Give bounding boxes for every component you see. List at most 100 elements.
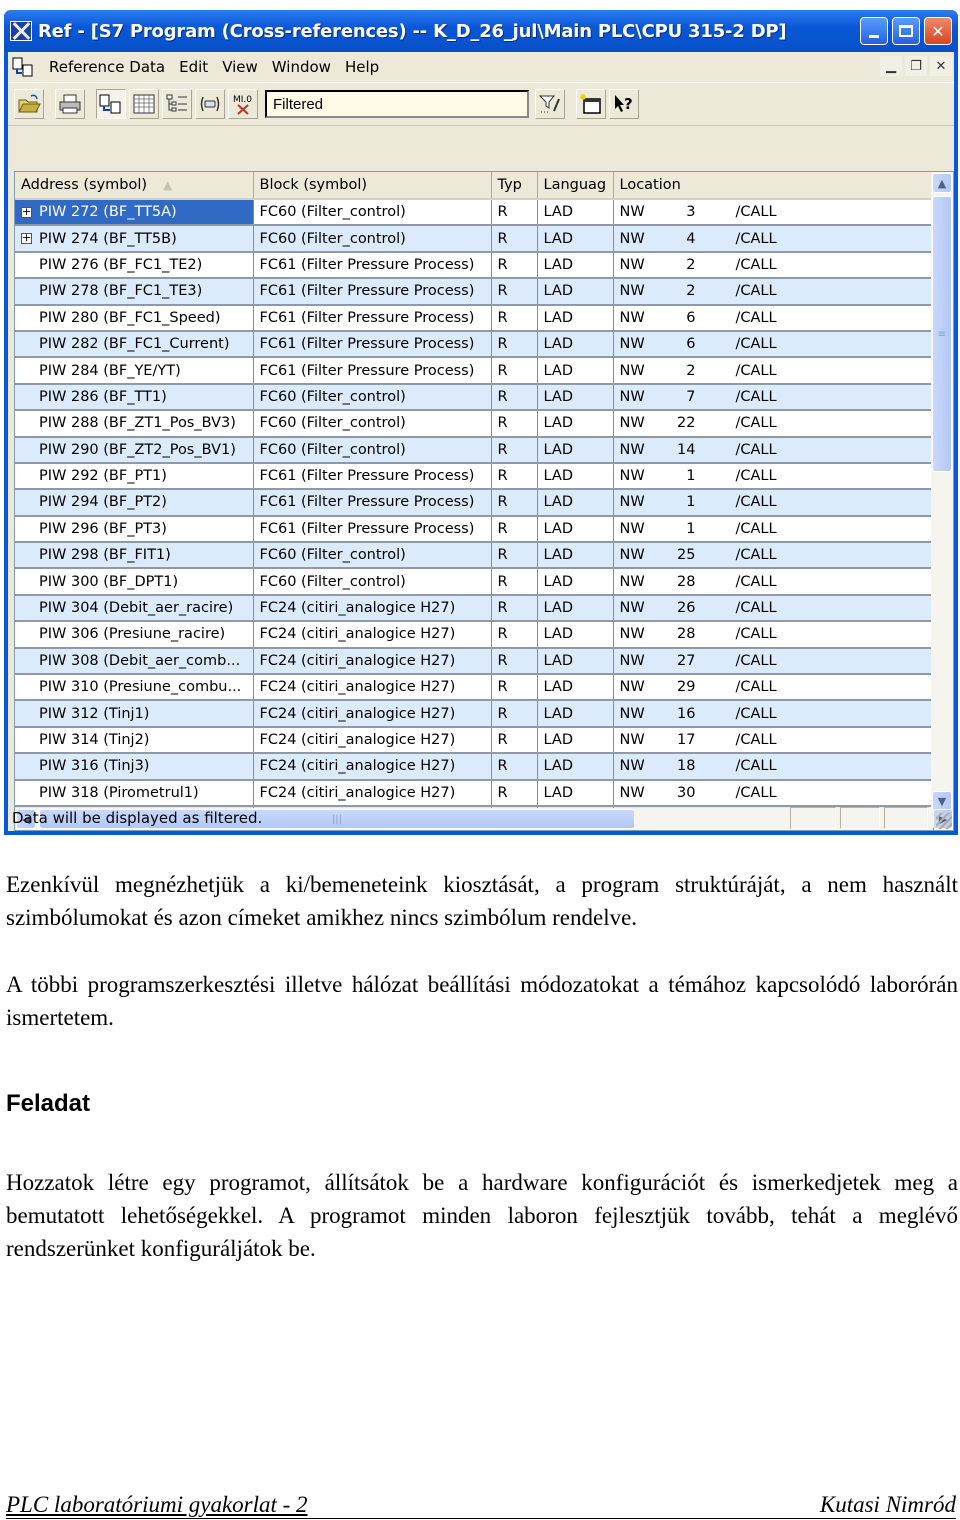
cell-language[interactable]: LAD xyxy=(537,410,614,438)
cell-typ[interactable]: R xyxy=(491,199,538,227)
table-row[interactable]: PIW 286 (BF_TT1) FC60 (Filter_control) R LA… xyxy=(15,383,934,412)
cell-typ[interactable]: R xyxy=(491,700,538,728)
menu-help[interactable]: Help xyxy=(338,58,386,76)
menu-view[interactable]: View xyxy=(215,58,265,76)
table-row[interactable]: PIW 282 (BF_FC1_Current) FC61 (Filter Pre… xyxy=(15,330,934,359)
cell-block[interactable]: FC24 (citiri_analogice H27) xyxy=(253,700,492,728)
cell-block[interactable]: FC24 (citiri_analogice H27) xyxy=(253,753,492,781)
unused-symbols-button[interactable] xyxy=(195,89,225,119)
table-row[interactable]: PIW 294 (BF_PT2) FC61 (Filter Pressure Pr… xyxy=(15,489,934,517)
table-row[interactable]: PIW 278 (BF_FC1_TE3) FC61 (Filter Pressur… xyxy=(15,278,934,306)
cell-block[interactable]: FC24 (citiri_analogice H27) xyxy=(253,647,492,676)
cell-block[interactable]: FC60 (Filter_control) xyxy=(253,199,492,227)
cell-typ[interactable]: R xyxy=(491,278,538,306)
cell-language[interactable]: LAD xyxy=(537,700,614,728)
cell-language[interactable]: LAD xyxy=(537,251,614,280)
cell-block[interactable]: FC61 (Filter Pressure Process) xyxy=(253,278,492,306)
cell-block[interactable]: FC60 (Filter_control) xyxy=(253,542,492,570)
table-row[interactable]: PIW 280 (BF_FC1_Speed) FC61 (Filter Press… xyxy=(15,304,934,332)
cell-block[interactable]: FC61 (Filter Pressure Process) xyxy=(253,304,492,332)
menu-edit[interactable]: Edit xyxy=(172,58,215,76)
cell-typ[interactable]: R xyxy=(491,304,538,332)
cell-language[interactable]: LAD xyxy=(537,542,614,570)
table-row[interactable]: + PIW 274 (BF_TT5B) FC60 (Filter_control) R… xyxy=(15,225,934,253)
cell-address[interactable]: PIW 280 (BF_FC1_Speed) xyxy=(15,304,254,332)
program-structure-button[interactable] xyxy=(162,89,192,119)
cell-typ[interactable]: R xyxy=(491,726,538,755)
cell-typ[interactable]: R xyxy=(491,753,538,781)
cell-typ[interactable]: R xyxy=(491,515,538,544)
cell-typ[interactable]: R xyxy=(491,462,538,491)
table-row[interactable]: PIW 312 (Tinj1) FC24 (citiri_analogice H2… xyxy=(15,700,934,728)
cell-location[interactable]: NW 7/CALL xyxy=(613,383,934,412)
cell-block[interactable]: FC61 (Filter Pressure Process) xyxy=(253,515,492,544)
cell-block[interactable]: FC24 (citiri_analogice H27) xyxy=(253,726,492,755)
cell-location[interactable]: NW 28/CALL xyxy=(613,621,934,649)
cell-address[interactable]: PIW 304 (Debit_aer_racire) xyxy=(15,594,254,623)
table-row[interactable]: PIW 308 (Debit_aer_comb... FC24 (citiri_a… xyxy=(15,647,934,676)
cell-typ[interactable]: R xyxy=(491,225,538,253)
cell-address[interactable]: PIW 290 (BF_ZT2_Pos_BV1) xyxy=(15,436,254,464)
cell-typ[interactable]: R xyxy=(491,383,538,412)
context-help-button[interactable]: ? xyxy=(609,89,639,119)
filter-settings-button[interactable] xyxy=(535,89,565,119)
cell-location[interactable]: NW 14/CALL xyxy=(613,436,934,464)
cell-block[interactable]: FC24 (citiri_analogice H27) xyxy=(253,779,492,807)
cell-address[interactable]: PIW 306 (Presiune_racire) xyxy=(15,621,254,649)
table-row[interactable]: PIW 300 (BF_DPT1) FC60 (Filter_control) R L… xyxy=(15,568,934,596)
cell-typ[interactable]: R xyxy=(491,330,538,359)
table-row[interactable]: PIW 316 (Tinj3) FC24 (citiri_analogice H2… xyxy=(15,753,934,781)
cell-block[interactable]: FC24 (citiri_analogice H27) xyxy=(253,594,492,623)
cell-language[interactable]: LAD xyxy=(537,462,614,491)
cell-address[interactable]: PIW 316 (Tinj3) xyxy=(15,753,254,781)
cell-typ[interactable]: R xyxy=(491,594,538,623)
cell-location[interactable]: NW 4/CALL xyxy=(613,225,934,253)
cell-typ[interactable]: R xyxy=(491,779,538,807)
cell-block[interactable]: FC61 (Filter Pressure Process) xyxy=(253,251,492,280)
cell-language[interactable]: LAD xyxy=(537,674,614,702)
table-row[interactable]: PIW 306 (Presiune_racire) FC24 (citiri_an… xyxy=(15,621,934,649)
cell-typ[interactable]: R xyxy=(491,542,538,570)
mdi-restore-button[interactable]: ❐ xyxy=(905,56,927,76)
cell-location[interactable]: NW 2/CALL xyxy=(613,251,934,280)
cell-address[interactable]: PIW 298 (BF_FIT1) xyxy=(15,542,254,570)
table-row[interactable]: PIW 304 (Debit_aer_racire) FC24 (citiri_a… xyxy=(15,594,934,623)
cell-location[interactable]: NW 2/CALL xyxy=(613,278,934,306)
cell-typ[interactable]: R xyxy=(491,436,538,464)
cell-location[interactable]: NW 1/CALL xyxy=(613,515,934,544)
print-button[interactable] xyxy=(55,89,85,119)
cell-typ[interactable]: R xyxy=(491,621,538,649)
cell-language[interactable]: LAD xyxy=(537,225,614,253)
cell-block[interactable]: FC61 (Filter Pressure Process) xyxy=(253,489,492,517)
table-row[interactable]: PIW 284 (BF_YE/YT) FC61 (Filter Pressure … xyxy=(15,357,934,385)
cell-address[interactable]: PIW 296 (BF_PT3) xyxy=(15,515,254,544)
cell-language[interactable]: LAD xyxy=(537,726,614,755)
vertical-scrollbar[interactable]: ▲ ≡ ▼ xyxy=(931,172,953,812)
table-row[interactable]: PIW 296 (BF_PT3) FC61 (Filter Pressure Pr… xyxy=(15,515,934,544)
cell-language[interactable]: LAD xyxy=(537,489,614,517)
cell-address[interactable]: PIW 294 (BF_PT2) xyxy=(15,489,254,517)
cell-address[interactable]: PIW 276 (BF_FC1_TE2) xyxy=(15,251,254,280)
cell-address[interactable]: PIW 286 (BF_TT1) xyxy=(15,383,254,412)
table-row[interactable]: PIW 276 (BF_FC1_TE2) FC61 (Filter Pressur… xyxy=(15,251,934,280)
cell-location[interactable]: NW 16/CALL xyxy=(613,700,934,728)
cell-language[interactable]: LAD xyxy=(537,647,614,676)
cell-block[interactable]: FC60 (Filter_control) xyxy=(253,436,492,464)
cell-location[interactable]: NW 30/CALL xyxy=(613,779,934,807)
menu-window[interactable]: Window xyxy=(265,58,338,76)
cell-block[interactable]: FC60 (Filter_control) xyxy=(253,568,492,596)
cell-location[interactable]: NW 22/CALL xyxy=(613,410,934,438)
column-header-location[interactable]: Location xyxy=(613,172,934,200)
cell-location[interactable]: NW 18/CALL xyxy=(613,753,934,781)
cell-address[interactable]: PIW 312 (Tinj1) xyxy=(15,700,254,728)
new-window-button[interactable] xyxy=(576,89,606,119)
cell-language[interactable]: LAD xyxy=(537,304,614,332)
vertical-scroll-thumb[interactable]: ≡ xyxy=(932,196,952,472)
cell-block[interactable]: FC60 (Filter_control) xyxy=(253,225,492,253)
cell-location[interactable]: NW 3/CALL xyxy=(613,199,934,227)
cell-address[interactable]: PIW 288 (BF_ZT1_Pos_BV3) xyxy=(15,410,254,438)
minimize-button[interactable] xyxy=(860,17,888,45)
cell-language[interactable]: LAD xyxy=(537,383,614,412)
cell-block[interactable]: FC24 (citiri_analogice H27) xyxy=(253,621,492,649)
scroll-up-button[interactable]: ▲ xyxy=(932,173,952,193)
